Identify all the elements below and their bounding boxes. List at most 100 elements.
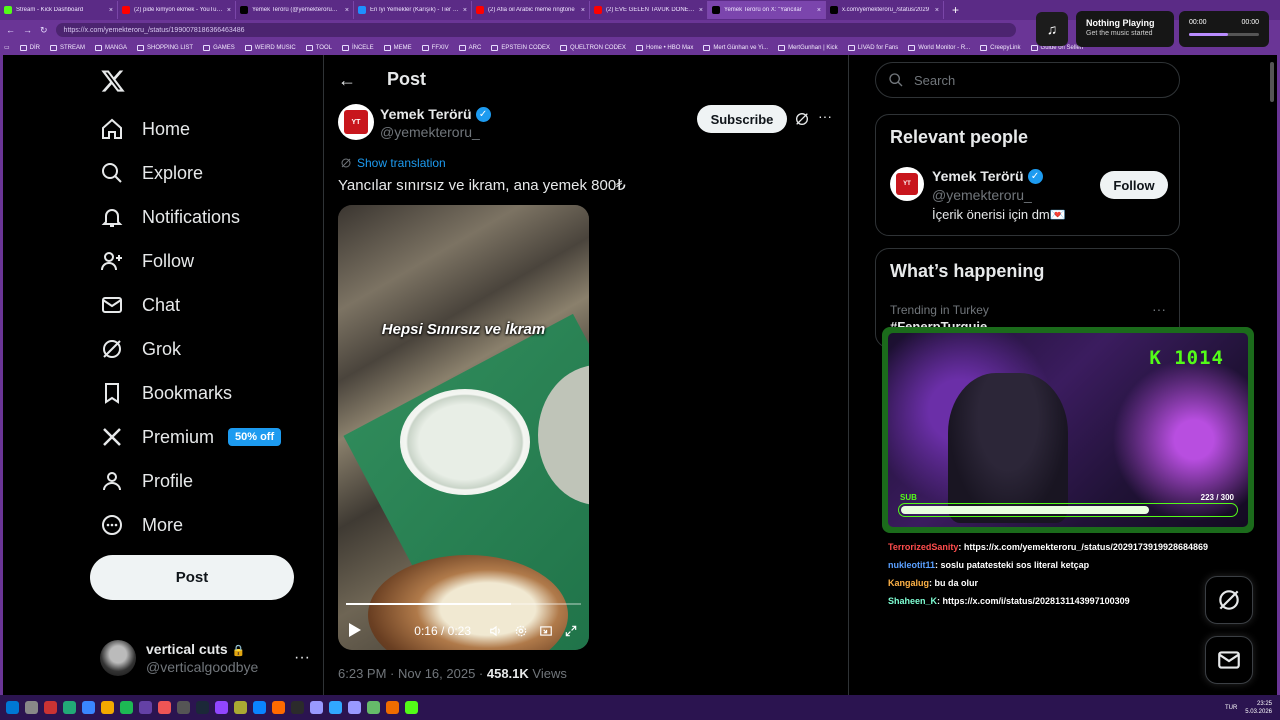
- bookmark-item[interactable]: SHOPPING LIST: [137, 44, 193, 51]
- steam-icon[interactable]: [196, 701, 209, 714]
- account-more-icon[interactable]: ···: [294, 649, 310, 667]
- browser-tab[interactable]: Yemek Terörü (@yemekteroru_) / X ×: [236, 1, 354, 19]
- bookmark-item[interactable]: MEME: [383, 44, 412, 51]
- photoshop-icon[interactable]: [329, 701, 342, 714]
- bookmark-item[interactable]: Home • HBO Max: [635, 44, 693, 51]
- back-arrow-icon[interactable]: ←: [338, 70, 356, 91]
- browser-tab[interactable]: Yemek Terörü on X: "Yancılar ×: [708, 1, 826, 19]
- bookmark-item[interactable]: Mert Günhan ve Yi...: [703, 44, 768, 51]
- now-playing-widget[interactable]: Nothing Playing Get the music started: [1076, 11, 1174, 47]
- bookmark-item[interactable]: FFXIV: [421, 44, 449, 51]
- post-timestamp[interactable]: 6:23 PM · Nov 16, 2025 ·: [338, 666, 487, 681]
- bookmark-item[interactable]: EPSTEIN CODEX: [491, 44, 550, 51]
- music-note-icon[interactable]: ♫: [1036, 12, 1068, 46]
- close-tab-icon[interactable]: ×: [699, 7, 703, 14]
- picture-in-picture-icon[interactable]: [538, 623, 554, 639]
- follow-button[interactable]: Follow: [1100, 171, 1168, 199]
- bookmark-item[interactable]: QUELTRON CODEX: [560, 44, 626, 51]
- messages-float-button[interactable]: [1205, 636, 1253, 684]
- bookmark-item[interactable]: GAMES: [203, 44, 235, 51]
- app-icon[interactable]: [272, 701, 285, 714]
- sidebar-item-follow[interactable]: Follow: [100, 246, 194, 276]
- bookmark-item[interactable]: LIVAD for Fans: [847, 44, 898, 51]
- premiere-icon[interactable]: [348, 701, 361, 714]
- sidebar-item-explore[interactable]: Explore: [100, 158, 203, 188]
- app-icon[interactable]: [367, 701, 380, 714]
- bookmark-item[interactable]: MANGA: [95, 44, 127, 51]
- clock[interactable]: 23:25 5.03.2026: [1245, 700, 1272, 716]
- language-indicator[interactable]: TUR: [1225, 705, 1237, 711]
- search-taskbar-icon[interactable]: [25, 701, 38, 714]
- app-icon[interactable]: [386, 701, 399, 714]
- bookmark-item[interactable]: World Monitor - R...: [908, 44, 970, 51]
- close-tab-icon[interactable]: ×: [227, 7, 231, 14]
- browser-tab[interactable]: En İyi Yemekler (Karışık) - Tier List ×: [354, 1, 472, 19]
- sidebar-item-bookmarks[interactable]: Bookmarks: [100, 378, 232, 408]
- bookmark-item[interactable]: TOOL: [305, 44, 332, 51]
- video-progress-bar[interactable]: [346, 603, 581, 605]
- edge-icon[interactable]: [82, 701, 95, 714]
- page-scrollbar[interactable]: [1270, 62, 1274, 102]
- app-icon[interactable]: [253, 701, 266, 714]
- bookmarks-menu-icon[interactable]: ▭: [4, 44, 10, 51]
- browser-tab[interactable]: Stream - Kick Dashboard ×: [0, 1, 118, 19]
- app-icon[interactable]: [215, 701, 228, 714]
- play-icon[interactable]: [348, 622, 362, 641]
- sidebar-item-notifications[interactable]: Notifications: [100, 202, 240, 232]
- post-button[interactable]: Post: [90, 555, 294, 600]
- relevant-avatar[interactable]: YT: [890, 167, 924, 201]
- fullscreen-icon[interactable]: [563, 623, 579, 639]
- app-icon[interactable]: [291, 701, 304, 714]
- sidebar-item-chat[interactable]: Chat: [100, 290, 180, 320]
- reload-icon[interactable]: ↻: [40, 25, 48, 36]
- app-icon[interactable]: [177, 701, 190, 714]
- account-switcher[interactable]: vertical cuts 🔒 @verticalgoodbye ···: [100, 635, 310, 681]
- forward-nav-icon[interactable]: →: [23, 25, 32, 35]
- grok-icon[interactable]: [794, 111, 810, 127]
- obs-icon[interactable]: [139, 701, 152, 714]
- bookmark-item[interactable]: CreepyLink: [980, 44, 1021, 51]
- sidebar-item-home[interactable]: Home: [100, 114, 190, 144]
- settings-gear-icon[interactable]: [513, 623, 529, 639]
- spotify-icon[interactable]: [120, 701, 133, 714]
- browser-tab[interactable]: x.com/yemekteroru_/status/2029 ×: [826, 1, 944, 19]
- sidebar-item-more[interactable]: More: [100, 510, 183, 540]
- bookmark-item[interactable]: MertGunhan | Kick: [778, 44, 838, 51]
- sidebar-item-premium[interactable]: Premium 50% off: [100, 422, 282, 452]
- author-avatar[interactable]: YT: [338, 104, 374, 140]
- relevant-handle[interactable]: @yemekteroru_: [932, 187, 1032, 203]
- url-field[interactable]: https://x.com/yemekteroru_/status/199007…: [55, 23, 1016, 37]
- browser-tab[interactable]: (2) EVE GELEN TAVUK DÖNERCİLİ ×: [590, 1, 708, 19]
- sidebar-item-profile[interactable]: Profile: [100, 466, 193, 496]
- kick-icon[interactable]: [405, 701, 418, 714]
- author-handle[interactable]: @yemekteroru_: [380, 124, 480, 140]
- trend-more-icon[interactable]: ···: [1152, 301, 1166, 317]
- app-icon[interactable]: [158, 701, 171, 714]
- post-video[interactable]: Hepsi Sınırsız ve İkram 0:16 / 0:23: [338, 205, 589, 650]
- bookmark-item[interactable]: ARC: [458, 44, 481, 51]
- bookmark-item[interactable]: DİR: [19, 44, 40, 51]
- back-nav-icon[interactable]: ←: [6, 25, 15, 35]
- bookmark-item[interactable]: STREAM: [50, 44, 85, 51]
- show-translation-link[interactable]: Show translation: [340, 156, 446, 170]
- bookmark-item[interactable]: İNCELE: [341, 44, 374, 51]
- subscribe-button[interactable]: Subscribe: [697, 105, 787, 133]
- search-input[interactable]: Search: [875, 62, 1180, 98]
- volume-icon[interactable]: [488, 623, 504, 639]
- close-tab-icon[interactable]: ×: [109, 7, 113, 14]
- browser-tab[interactable]: (2) pide kimyon ekmek - YouTube ×: [118, 1, 236, 19]
- relevant-name[interactable]: Yemek Terörü ✓: [932, 168, 1043, 184]
- sidebar-item-grok[interactable]: Grok: [100, 334, 181, 364]
- close-tab-icon[interactable]: ×: [935, 7, 939, 14]
- chrome-icon[interactable]: [101, 701, 114, 714]
- new-tab-button[interactable]: +: [944, 3, 967, 17]
- bookmark-item[interactable]: WEIRD MUSIC: [244, 44, 296, 51]
- file-explorer-icon[interactable]: [63, 701, 76, 714]
- app-icon[interactable]: [310, 701, 323, 714]
- close-tab-icon[interactable]: ×: [463, 7, 467, 14]
- x-logo-icon[interactable]: [100, 68, 126, 94]
- author-name[interactable]: Yemek Terörü ✓: [380, 106, 491, 122]
- windows-start-icon[interactable]: [6, 701, 19, 714]
- app-icon[interactable]: [234, 701, 247, 714]
- player-progress-bar[interactable]: [1189, 33, 1259, 36]
